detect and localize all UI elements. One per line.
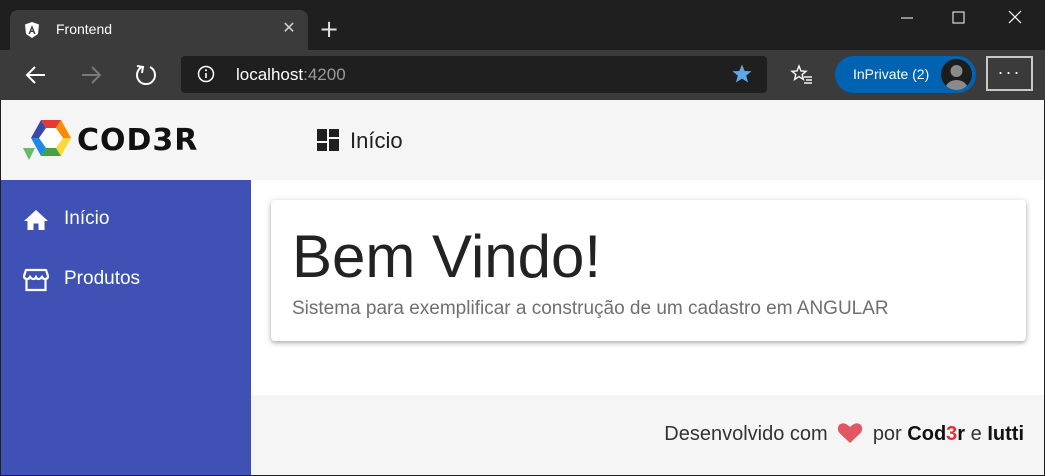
back-arrow-icon[interactable] xyxy=(23,62,49,88)
address-port: :4200 xyxy=(303,65,346,84)
footer-middle: por xyxy=(872,423,902,445)
welcome-title: Bem Vindo! xyxy=(292,223,602,290)
footer-brand-a: Cod xyxy=(907,423,947,445)
sidebar-item-label: Produtos xyxy=(64,268,141,289)
logo-text: COD3R xyxy=(77,123,198,158)
minimize-icon[interactable] xyxy=(896,8,918,28)
footer-author[interactable]: Iutti xyxy=(987,423,1024,445)
browser-titlebar: Frontend ✕ + xyxy=(0,0,1045,50)
address-host: localhost xyxy=(236,65,304,84)
profile-icon xyxy=(945,65,968,90)
close-window-icon[interactable] xyxy=(1004,8,1026,28)
footer-brand-c: r xyxy=(957,423,966,445)
footer-brand-3: 3 xyxy=(946,423,958,445)
info-icon[interactable] xyxy=(197,65,215,83)
home-icon xyxy=(24,210,48,230)
refresh-icon[interactable] xyxy=(133,62,159,88)
footer-joiner: e xyxy=(970,423,982,445)
sidebar-item-inicio[interactable]: Início xyxy=(1,196,251,244)
maximize-icon[interactable] xyxy=(947,8,969,28)
favorites-list-icon[interactable] xyxy=(790,63,814,87)
more-dots-icon: ··· xyxy=(997,62,1022,82)
tab-title: Frontend xyxy=(56,21,113,37)
browser-toolbar: localhost:4200 InPrivate (2) ··· xyxy=(0,50,1045,100)
inprivate-label: InPrivate (2) xyxy=(853,66,930,82)
browser-tab[interactable]: Frontend ✕ xyxy=(10,10,308,50)
settings-more-button[interactable]: ··· xyxy=(986,56,1033,91)
favorite-star-icon[interactable] xyxy=(731,63,753,85)
footer-credits: Desenvolvido com por Cod3r e Iutti xyxy=(664,422,1024,446)
footer-brand[interactable]: Cod3r xyxy=(907,423,965,445)
inprivate-button[interactable]: InPrivate (2) xyxy=(835,56,976,93)
footer-prefix: Desenvolvido com xyxy=(664,423,828,445)
address-text[interactable]: localhost:4200 xyxy=(236,65,346,85)
main-content: Bem Vindo! Sistema para exemplificar a c… xyxy=(251,180,1044,395)
heart-icon xyxy=(838,423,863,443)
avatar xyxy=(941,59,972,90)
storefront-icon xyxy=(23,268,49,292)
app-header: COD3R Início xyxy=(1,100,1044,180)
welcome-subtitle: Sistema para exemplificar a construção d… xyxy=(292,298,889,319)
welcome-card: Bem Vindo! Sistema para exemplificar a c… xyxy=(271,200,1026,341)
sidebar-item-produtos[interactable]: Produtos xyxy=(1,256,251,304)
new-tab-button[interactable]: + xyxy=(318,17,340,41)
sidebar-item-label: Início xyxy=(64,208,110,229)
app-footer: Desenvolvido com por Cod3r e Iutti xyxy=(251,395,1044,475)
angular-icon xyxy=(25,22,39,38)
forward-arrow-icon[interactable] xyxy=(78,62,104,88)
sidebar: Início Produtos xyxy=(1,180,251,475)
web-page: COD3R Início Início Produtos Bem Vindo! … xyxy=(1,100,1044,475)
tab-close-icon[interactable]: ✕ xyxy=(280,20,298,38)
page-title: Início xyxy=(350,128,403,153)
address-bar[interactable]: localhost:4200 xyxy=(181,56,767,93)
cod3r-logo[interactable]: COD3R xyxy=(21,118,235,162)
dashboard-icon xyxy=(317,129,339,151)
